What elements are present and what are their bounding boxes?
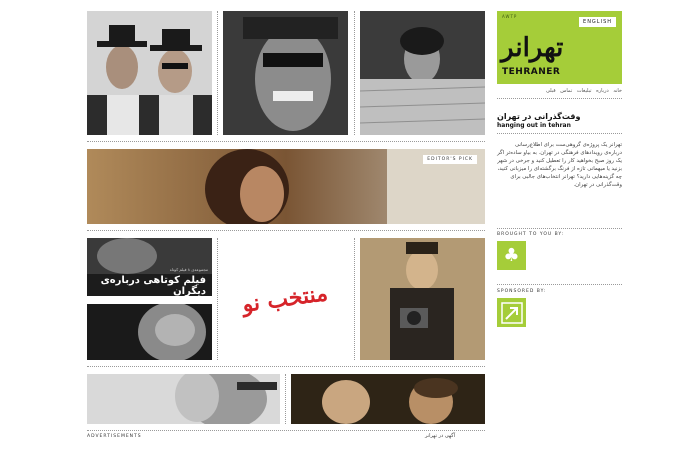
brought-label: BROUGHT TO YOU BY: xyxy=(497,232,565,237)
photo-man-hand-face[interactable] xyxy=(87,374,280,424)
editors-pick-badge: EDITOR'S PICK xyxy=(423,155,477,164)
photo-two-men-hats-graphic xyxy=(87,11,212,135)
vdivider-4 xyxy=(354,238,355,360)
photo-featured-woman[interactable]: EDITOR'S PICK xyxy=(87,149,485,224)
photo-king-camera-graphic xyxy=(360,238,485,360)
vdivider-1 xyxy=(217,11,218,135)
arrow-icon-graphic xyxy=(500,301,523,324)
nav-divider xyxy=(497,98,622,99)
photo-man-hand-face-graphic xyxy=(87,374,280,424)
photo-children-dark-graphic xyxy=(291,374,485,424)
vdivider-2 xyxy=(354,11,355,135)
photo-king-camera[interactable] xyxy=(360,238,485,360)
center-logo-text: منتخب نو xyxy=(241,280,330,318)
nav-item-previous[interactable]: قبلی xyxy=(546,88,556,94)
photo-man-closeup[interactable] xyxy=(87,304,212,360)
photo-man-behind-table[interactable] xyxy=(360,11,485,135)
logo-small-label: AWTP xyxy=(502,14,518,19)
nav-item-contact[interactable]: تماس xyxy=(560,88,572,94)
divider-row1 xyxy=(87,141,485,142)
nav-item-home[interactable]: خانه xyxy=(613,88,622,94)
advertisements-label: ADVERTISEMENTS xyxy=(87,434,142,439)
about-text: تهرانر یک پروژه‌ی گروهی‌ست برای اطلاع‌رس… xyxy=(497,142,622,188)
sponsored-divider xyxy=(497,284,622,285)
divider-row2 xyxy=(87,230,485,231)
photo-man-smiling-sunglasses-graphic xyxy=(223,11,348,135)
nav-item-ads[interactable]: تبلیغات xyxy=(577,88,592,94)
divider-footer xyxy=(87,430,485,431)
site-logo[interactable]: AWTP ENGLISH تهرانر TEHRANER xyxy=(497,11,622,84)
photo-children-dark[interactable] xyxy=(291,374,485,424)
vdivider-5 xyxy=(285,374,286,424)
photo-man-smiling-sunglasses[interactable] xyxy=(223,11,348,135)
center-logo-tile[interactable]: منتخب نو xyxy=(223,238,348,360)
about-title-fa: وقت‌گذرانی در تهران xyxy=(497,112,581,121)
photo-man-closeup-graphic xyxy=(87,304,212,360)
poster-small-text: مجموعه‌ی ۸ فیلم کوتاه xyxy=(169,267,208,272)
divider-row3 xyxy=(87,366,485,367)
vdivider-3 xyxy=(217,238,218,360)
photo-film-poster[interactable]: مجموعه‌ی ۸ فیلم کوتاه فیلم کوتاهی درباره… xyxy=(87,238,212,296)
logo-en-text: TEHRANER xyxy=(502,67,561,77)
nav-item-about[interactable]: درباره xyxy=(596,88,609,94)
poster-title: فیلم کوتاهی درباره‌ی دیگران xyxy=(100,275,206,296)
arrow-icon[interactable] xyxy=(497,298,526,327)
club-icon[interactable]: ♣ xyxy=(497,241,526,270)
photo-man-behind-table-graphic xyxy=(360,11,485,135)
logo-fa-text: تهرانر xyxy=(501,33,564,63)
advertise-link[interactable]: آگهی در تهرانر xyxy=(425,433,455,439)
english-link[interactable]: ENGLISH xyxy=(579,17,616,27)
about-divider xyxy=(497,133,622,134)
about-title-en: hanging out in tehran xyxy=(497,122,571,129)
sponsored-label: SPONSORED BY: xyxy=(497,289,547,294)
main-nav: خانه درباره تبلیغات تماس قبلی xyxy=(497,88,622,94)
brought-divider xyxy=(497,228,622,229)
photo-two-men-hats[interactable] xyxy=(87,11,212,135)
